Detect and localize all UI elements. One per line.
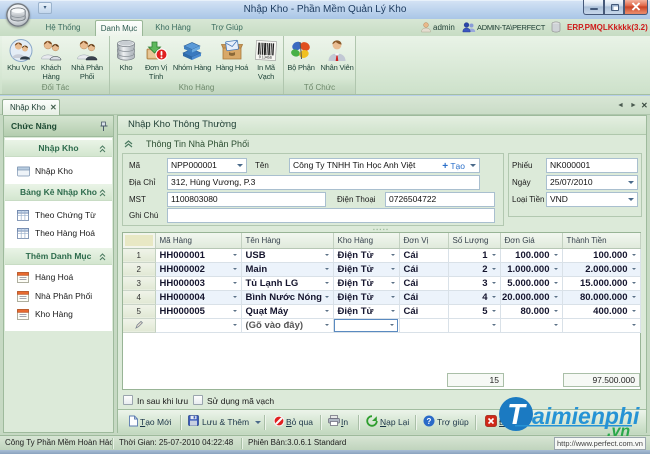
svg-text:.vn: .vn: [607, 423, 630, 440]
svg-text:9 13456: 9 13456: [259, 54, 273, 60]
svg-text:?: ?: [427, 417, 432, 426]
